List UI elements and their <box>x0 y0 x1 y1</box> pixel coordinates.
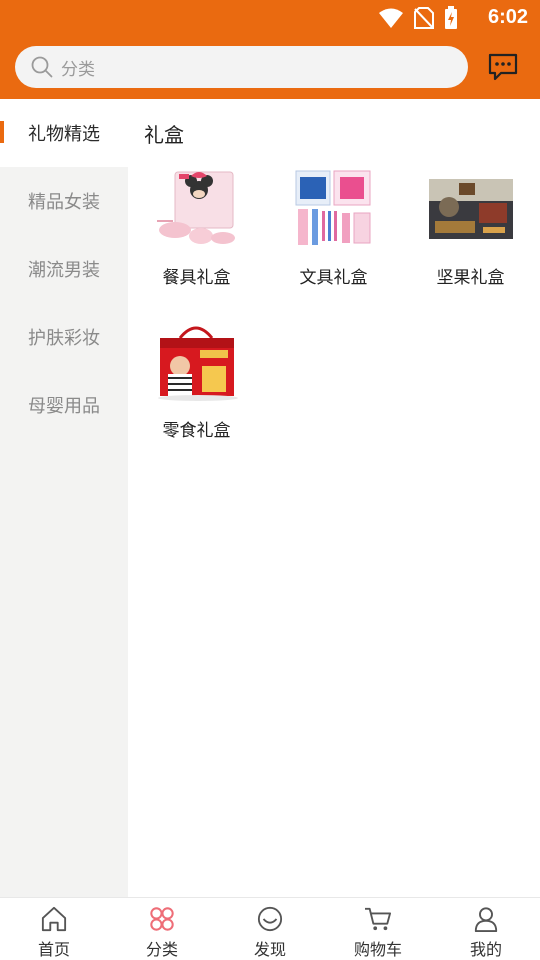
nuts-gift-box-image <box>428 179 513 239</box>
sidebar-item-womens-wear[interactable]: 精品女装 <box>0 167 128 235</box>
sidebar-item-gift-picks[interactable]: 礼物精选 <box>0 99 128 167</box>
search-placeholder: 分类 <box>61 59 95 80</box>
bottom-tab-bar: 首页 分类 发现 购物车 我的 <box>0 897 540 960</box>
product-label: 零食礼盒 <box>162 421 231 441</box>
sidebar-item-label: 礼物精选 <box>28 124 100 145</box>
section-title: 礼盒 <box>144 123 184 147</box>
sidebar-item-label: 护肤彩妆 <box>28 328 100 349</box>
search-icon <box>31 56 53 78</box>
app-screen: 6:02 分类 礼物精选 精品女装 潮流男装 护肤彩妆 母婴用品 礼盒 餐具礼盒… <box>0 0 540 960</box>
stationery-gift-set-image <box>295 170 370 245</box>
home-icon <box>41 906 67 932</box>
tab-label: 我的 <box>469 940 502 959</box>
product-image <box>286 165 382 253</box>
discover-icon <box>257 906 283 932</box>
category-icon <box>150 907 174 931</box>
product-image <box>149 165 245 253</box>
sidebar-item-skincare[interactable]: 护肤彩妆 <box>0 303 128 371</box>
sidebar-item-label: 精品女装 <box>28 192 100 213</box>
message-button[interactable] <box>487 52 519 82</box>
sidebar-item-mens-wear[interactable]: 潮流男装 <box>0 235 128 303</box>
product-item-tableware[interactable]: 餐具礼盒 <box>128 165 265 315</box>
tableware-gift-box-image <box>156 171 235 244</box>
cart-icon <box>365 907 392 931</box>
product-label: 餐具礼盒 <box>162 268 231 288</box>
tab-profile[interactable]: 我的 <box>432 898 540 960</box>
tab-cart[interactable]: 购物车 <box>324 898 432 960</box>
tab-label: 首页 <box>37 940 70 959</box>
product-item-snacks[interactable]: 零食礼盒 <box>128 318 265 468</box>
category-sidebar: 礼物精选 精品女装 潮流男装 护肤彩妆 母婴用品 <box>0 99 128 897</box>
header: 6:02 分类 <box>0 0 540 99</box>
sidebar-item-label: 潮流男装 <box>28 260 100 281</box>
product-image <box>423 165 519 253</box>
tab-discover[interactable]: 发现 <box>216 898 324 960</box>
wifi-icon <box>379 8 403 28</box>
no-sim-icon <box>414 7 434 29</box>
profile-icon <box>474 907 498 932</box>
sidebar-item-label: 母婴用品 <box>28 396 100 417</box>
category-content: 礼盒 餐具礼盒 文具礼盒 坚果礼盒 零食礼盒 <box>128 99 540 897</box>
tab-label: 分类 <box>145 940 178 959</box>
tab-label: 发现 <box>253 940 286 959</box>
tab-home[interactable]: 首页 <box>0 898 108 960</box>
product-image <box>149 318 245 406</box>
snack-gift-bag-image <box>157 326 238 401</box>
status-bar: 6:02 <box>0 0 540 36</box>
product-label: 文具礼盒 <box>299 268 368 288</box>
product-label: 坚果礼盒 <box>436 268 505 288</box>
sidebar-item-mother-baby[interactable]: 母婴用品 <box>0 371 128 439</box>
tab-category[interactable]: 分类 <box>108 898 216 960</box>
message-icon <box>488 53 518 81</box>
search-input[interactable]: 分类 <box>15 46 468 88</box>
product-item-stationery[interactable]: 文具礼盒 <box>265 165 402 315</box>
product-item-nuts[interactable]: 坚果礼盒 <box>402 165 539 315</box>
status-time: 6:02 <box>487 6 528 28</box>
status-icons <box>378 6 458 30</box>
tab-label: 购物车 <box>353 940 402 959</box>
battery-charging-icon <box>445 6 457 29</box>
